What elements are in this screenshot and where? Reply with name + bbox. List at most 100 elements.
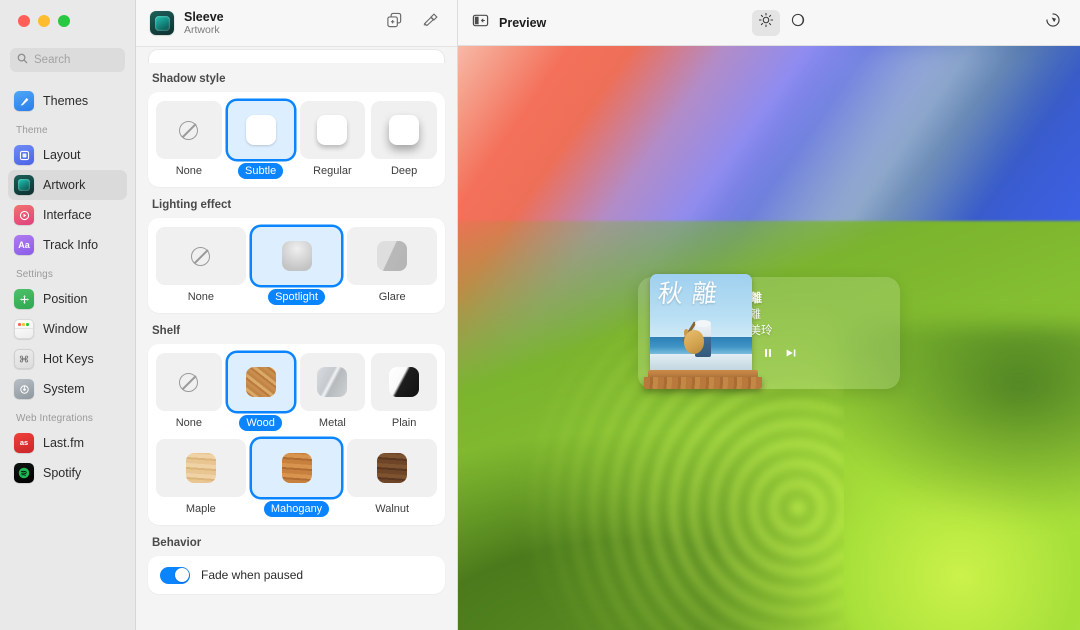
option-label: Walnut (375, 503, 410, 515)
sidebar-item-position[interactable]: Position (8, 284, 127, 314)
option-label: Wood (239, 415, 282, 431)
settings-header: Sleeve Artwork (136, 0, 457, 47)
glare-swatch (377, 241, 408, 271)
duplicate-icon (386, 12, 403, 34)
wood-swatch (245, 367, 276, 397)
close-button[interactable] (18, 15, 30, 27)
shelf-option-plain[interactable]: Plain (371, 353, 437, 431)
sidebar-item-interface[interactable]: Interface (8, 200, 127, 230)
behavior-card: Fade when paused (148, 556, 445, 594)
lighting-option-none[interactable]: None (156, 227, 246, 305)
preview-panel: Preview 熊美玲 秋離 (458, 0, 1080, 630)
settings-header-titles: Sleeve Artwork (184, 10, 371, 37)
option-tile (299, 101, 366, 159)
option-tile (371, 353, 437, 411)
sidebar-item-label: Hot Keys (43, 352, 94, 366)
lighting-effect-card: None Spotlight Glare (148, 218, 445, 313)
shadow-option-regular[interactable]: Regular (299, 101, 366, 179)
previous-section-peek (148, 49, 445, 63)
sidebar-item-label: Layout (43, 148, 81, 162)
refresh-button[interactable] (1040, 10, 1066, 36)
sidebar-nav: Themes Theme Layout Artwork Interface Aa… (0, 72, 135, 630)
sidebar-item-window[interactable]: Window (8, 314, 127, 344)
app-name: Sleeve (184, 9, 224, 24)
shadow-regular-swatch (317, 115, 348, 145)
sidebar-item-spotify[interactable]: Spotify (8, 458, 127, 488)
edit-theme-button[interactable] (417, 10, 443, 36)
wooden-shelf (644, 370, 762, 394)
shelf-option-wood[interactable]: Wood (227, 353, 294, 431)
shelf-front-edge (644, 377, 762, 389)
lighting-option-glare[interactable]: Glare (347, 227, 438, 305)
dark-mode-button[interactable] (784, 10, 812, 36)
wood-option-maple[interactable]: Maple (156, 439, 246, 517)
shelf-option-none[interactable]: None (156, 353, 222, 431)
search-container (0, 38, 135, 72)
shadow-option-subtle[interactable]: Subtle (227, 101, 294, 179)
light-mode-button[interactable] (752, 9, 781, 36)
walnut-swatch (377, 453, 408, 483)
shelf-material-options: None Wood Metal Plain (156, 353, 437, 431)
minimize-button[interactable] (38, 15, 50, 27)
sidebar-item-lastfm[interactable]: as Last.fm (8, 428, 127, 458)
shadow-style-options: None Subtle Regular Deep (156, 101, 437, 179)
none-icon (179, 372, 199, 392)
sidebar-item-label: Artwork (43, 178, 86, 192)
shadow-option-none[interactable]: None (156, 101, 222, 179)
shadow-deep-swatch (389, 115, 420, 145)
fade-when-paused-toggle[interactable] (160, 566, 190, 584)
section-label-lighting-effect: Lighting effect (152, 199, 232, 211)
sidebar-group-label-web-integrations: Web Integrations (16, 413, 94, 424)
sidebar-item-themes[interactable]: Themes (8, 86, 127, 116)
sun-icon (758, 12, 774, 33)
option-label: Subtle (238, 163, 284, 179)
sidebar-item-label: Window (43, 322, 88, 336)
section-name: Artwork (184, 23, 220, 36)
metal-swatch (317, 367, 348, 397)
option-label: Metal (318, 417, 346, 429)
search-input[interactable] (34, 54, 118, 66)
lighting-option-spotlight[interactable]: Spotlight (251, 227, 342, 305)
search-icon (17, 51, 28, 69)
section-label-shadow-style: Shadow style (152, 73, 226, 85)
zoom-button[interactable] (58, 15, 70, 27)
option-tile (251, 439, 342, 497)
next-track-button[interactable] (784, 346, 798, 360)
wood-option-mahogany[interactable]: Mahogany (251, 439, 342, 517)
system-icon (14, 379, 34, 399)
wood-option-walnut[interactable]: Walnut (347, 439, 438, 517)
sidebar-item-artwork[interactable]: Artwork (8, 170, 127, 200)
option-label: Glare (378, 291, 406, 303)
search-box[interactable] (10, 48, 125, 72)
plain-swatch (389, 367, 420, 397)
layout-icon (14, 145, 34, 165)
sidebar-toggle-icon[interactable] (472, 12, 489, 34)
option-tile (156, 227, 246, 285)
option-tile (347, 439, 438, 497)
artwork-hat (694, 319, 711, 327)
lastfm-icon: as (14, 433, 34, 453)
option-label: None (187, 291, 214, 303)
sidebar-group-label-theme: Theme (16, 125, 48, 136)
toggle-knob (174, 568, 189, 582)
position-icon (14, 289, 34, 309)
section-label-shelf: Shelf (152, 325, 181, 337)
preview-title: Preview (499, 15, 547, 30)
album-artwork: 秋離 (650, 274, 752, 376)
shadow-style-card: None Subtle Regular Deep (148, 92, 445, 187)
sidebar-item-track-info[interactable]: Aa Track Info (8, 230, 127, 260)
preview-header: Preview (458, 0, 1080, 46)
sidebar-item-layout[interactable]: Layout (8, 140, 127, 170)
shelf-option-metal[interactable]: Metal (299, 353, 366, 431)
option-label: None (175, 165, 203, 177)
sidebar-item-hot-keys[interactable]: Hot Keys (8, 344, 127, 374)
spotify-icon (14, 463, 34, 483)
hot-keys-icon (14, 349, 34, 369)
shadow-option-deep[interactable]: Deep (371, 101, 437, 179)
pause-button[interactable] (761, 346, 775, 360)
duplicate-theme-button[interactable] (381, 10, 407, 36)
option-tile (251, 227, 342, 285)
sidebar-item-system[interactable]: System (8, 374, 127, 404)
track-info-icon: Aa (14, 235, 34, 255)
settings-scroll-area[interactable]: Shadow style None Subtle Regular Deep Li… (136, 47, 457, 630)
